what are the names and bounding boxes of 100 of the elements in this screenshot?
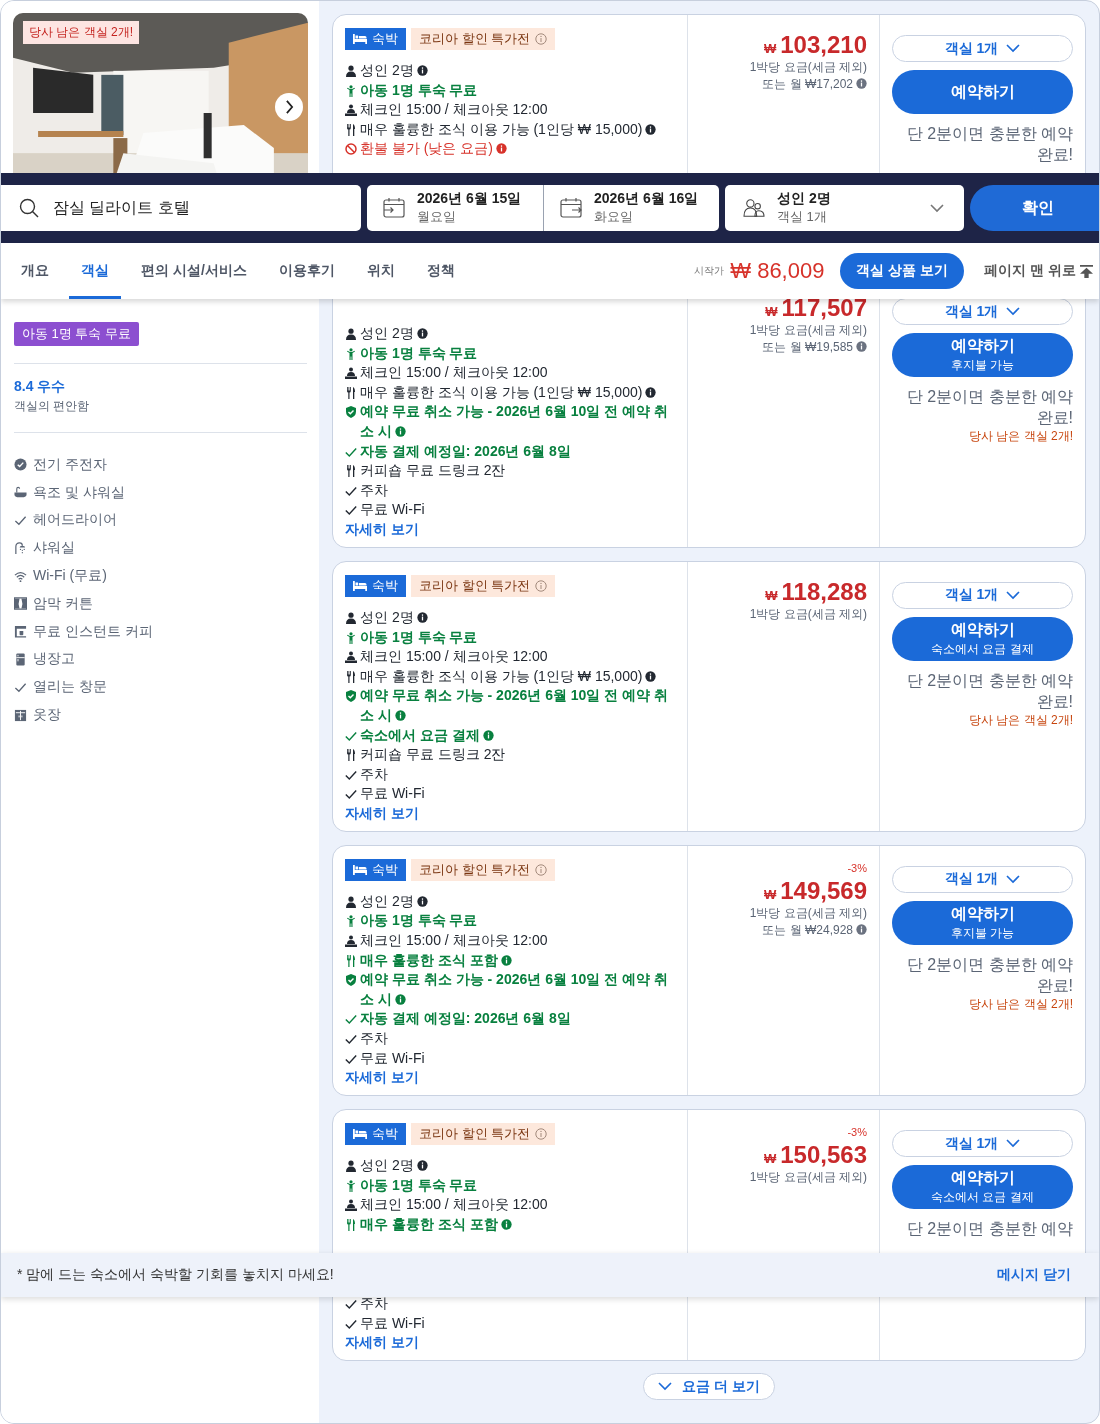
room-count-dropdown[interactable]: 객실 1개 xyxy=(892,865,1073,893)
check-icon xyxy=(345,729,357,742)
amenity-label: 욕조 및 샤워실 xyxy=(33,483,125,502)
chevron-down-icon xyxy=(1006,307,1021,316)
notice-text: * 맘에 드는 숙소에서 숙박할 기회를 놓치지 마세요! xyxy=(17,1266,334,1284)
info-icon[interactable] xyxy=(416,611,428,623)
room-count-dropdown[interactable]: 객실 1개 xyxy=(892,581,1073,609)
book-button[interactable]: 예약하기 숙소에서 요금 결제 xyxy=(892,1165,1073,1210)
feature-text: 예약 무료 취소 가능 - 2026년 6월 10일 전 예약 취소 시 xyxy=(360,686,670,725)
info-icon[interactable] xyxy=(645,670,657,682)
info-icon[interactable] xyxy=(645,386,657,398)
date-field[interactable]: 2026년 6월 16일 화요일 xyxy=(543,185,719,231)
date-field[interactable]: 2026년 6월 15일 월요일 xyxy=(367,185,543,231)
feature-text: 무료 Wi-Fi xyxy=(360,500,425,520)
feature-text: 성인 2명 xyxy=(360,607,428,628)
price-note: 1박당 요금(세금 제외) xyxy=(749,59,867,76)
book-button[interactable]: 예약하기 후지불 가능 xyxy=(892,900,1073,945)
room-count-dropdown[interactable]: 객실 1개 xyxy=(892,1130,1073,1158)
section-tab[interactable]: 위치 xyxy=(354,243,407,299)
info-icon[interactable] xyxy=(645,123,657,135)
check-circle-icon xyxy=(14,458,27,472)
stay-tag: 숙박 xyxy=(345,1123,406,1146)
info-icon[interactable] xyxy=(416,895,428,907)
utensils-icon xyxy=(345,1219,357,1231)
arrow-up-icon xyxy=(1080,264,1093,278)
guests-dropdown[interactable]: 성인 2명 객실 1개 xyxy=(725,185,964,231)
more-rates-button[interactable]: 요금 더 보기 xyxy=(643,1373,775,1401)
details-link[interactable]: 자세히 보기 xyxy=(345,1333,419,1353)
fridge-icon xyxy=(14,652,27,666)
feature-text: 주차 xyxy=(360,764,388,784)
chevron-down-icon xyxy=(930,203,944,213)
room-count-dropdown[interactable]: 객실 1개 xyxy=(892,35,1073,62)
book-button[interactable]: 예약하기 후지불 가능 xyxy=(892,333,1073,377)
feature-text: 아동 1명 투숙 무료 xyxy=(360,1175,478,1195)
back-to-top-link[interactable]: 페이지 맨 위로 xyxy=(984,262,1093,280)
feature-text: 무료 Wi-Fi xyxy=(360,1048,425,1068)
search-field[interactable]: 잠실 딜라이트 호텔 xyxy=(1,185,361,231)
feature-text: 자동 결제 예정일: 2026년 6월 8일 xyxy=(360,1009,571,1029)
calendar-icon xyxy=(560,197,582,219)
check-icon xyxy=(345,504,357,517)
info-icon[interactable] xyxy=(416,328,428,339)
feature-text: 성인 2명 xyxy=(360,61,428,81)
section-tab[interactable]: 이용후기 xyxy=(266,243,347,299)
check-icon xyxy=(345,484,357,497)
info-icon[interactable] xyxy=(416,65,428,76)
check-icon xyxy=(345,1013,357,1026)
info-icon[interactable] xyxy=(416,1160,428,1172)
feature-text: 커피숍 무료 드링크 2잔 xyxy=(360,745,506,765)
feature-text: 아동 1명 투숙 무료 xyxy=(360,80,478,100)
room-count-dropdown[interactable]: 객실 1개 xyxy=(892,298,1073,325)
book-button[interactable]: 예약하기 xyxy=(892,70,1073,114)
feature-text: 커피숍 무료 드링크 2잔 xyxy=(360,461,506,481)
person-icon xyxy=(345,328,357,340)
check-icon xyxy=(14,514,27,527)
rooms-left-tag: 당사 남은 객실 2개! xyxy=(23,21,139,44)
check-icon xyxy=(345,788,357,801)
amenity-label: 헤어드라이어 xyxy=(33,511,117,530)
feature-text: 주차 xyxy=(360,1029,388,1049)
monthly-price: 또는 월 ₩17,202 xyxy=(762,76,867,93)
room-price: 149,569 xyxy=(780,876,867,905)
rating-label: 객실의 편안함 xyxy=(14,398,91,415)
from-label: 시작가 xyxy=(694,264,725,278)
monthly-price: 또는 월 ₩24,928 xyxy=(762,921,867,939)
section-tab[interactable]: 개요 xyxy=(9,243,61,299)
feature-text: 무료 Wi-Fi xyxy=(360,1313,425,1333)
stay-tag: 숙박 xyxy=(345,858,406,881)
from-price: ₩ 86,009 xyxy=(730,258,825,284)
feature-text: 무료 Wi-Fi xyxy=(360,784,425,804)
utensils-icon xyxy=(345,670,357,683)
close-message-link[interactable]: 메시지 닫기 xyxy=(997,1266,1071,1284)
section-tab[interactable]: 객실 xyxy=(69,243,121,299)
child-icon xyxy=(345,1179,357,1192)
feature-text: 성인 2명 xyxy=(360,1156,428,1176)
person-icon xyxy=(345,65,357,77)
feature-text: 성인 2명 xyxy=(360,324,428,344)
prohibited-icon xyxy=(345,143,357,156)
confirm-button[interactable]: 확인 xyxy=(970,185,1099,231)
bed-icon xyxy=(353,580,367,591)
currency-symbol: ₩ xyxy=(763,886,777,902)
chevron-down-icon xyxy=(1006,874,1021,884)
details-link[interactable]: 자세히 보기 xyxy=(345,803,419,823)
view-rooms-button[interactable]: 객실 상품 보기 xyxy=(840,253,965,289)
amenity-label: 옷장 xyxy=(33,706,61,725)
feature-text: 체크인 15:00 / 체크아웃 12:00 xyxy=(360,363,548,383)
reception-icon xyxy=(345,104,357,117)
section-tab[interactable]: 정책 xyxy=(414,243,467,299)
promo-tag: 코리아 할인 특가전 xyxy=(411,574,556,597)
feature-text: 체크인 15:00 / 체크아웃 12:00 xyxy=(360,647,548,667)
stay-tag: 숙박 xyxy=(345,574,406,597)
book-button[interactable]: 예약하기 숙소에서 요금 결제 xyxy=(892,616,1073,661)
feature-text: 주차 xyxy=(360,1294,388,1314)
section-tab[interactable]: 편의 시설/서비스 xyxy=(129,243,259,299)
details-link[interactable]: 자세히 보기 xyxy=(345,1068,419,1088)
amenity-label: 암막 커튼 xyxy=(33,594,93,613)
rooms-left-text: 당사 남은 객실 2개! xyxy=(968,711,1073,729)
check-icon xyxy=(345,1033,357,1046)
monthly-price: 또는 월 ₩19,585 xyxy=(762,339,867,356)
details-link[interactable]: 자세히 보기 xyxy=(345,519,419,539)
feature-text: 성인 2명 xyxy=(360,891,428,912)
price-note: 1박당 요금(세금 제외) xyxy=(749,1169,867,1187)
